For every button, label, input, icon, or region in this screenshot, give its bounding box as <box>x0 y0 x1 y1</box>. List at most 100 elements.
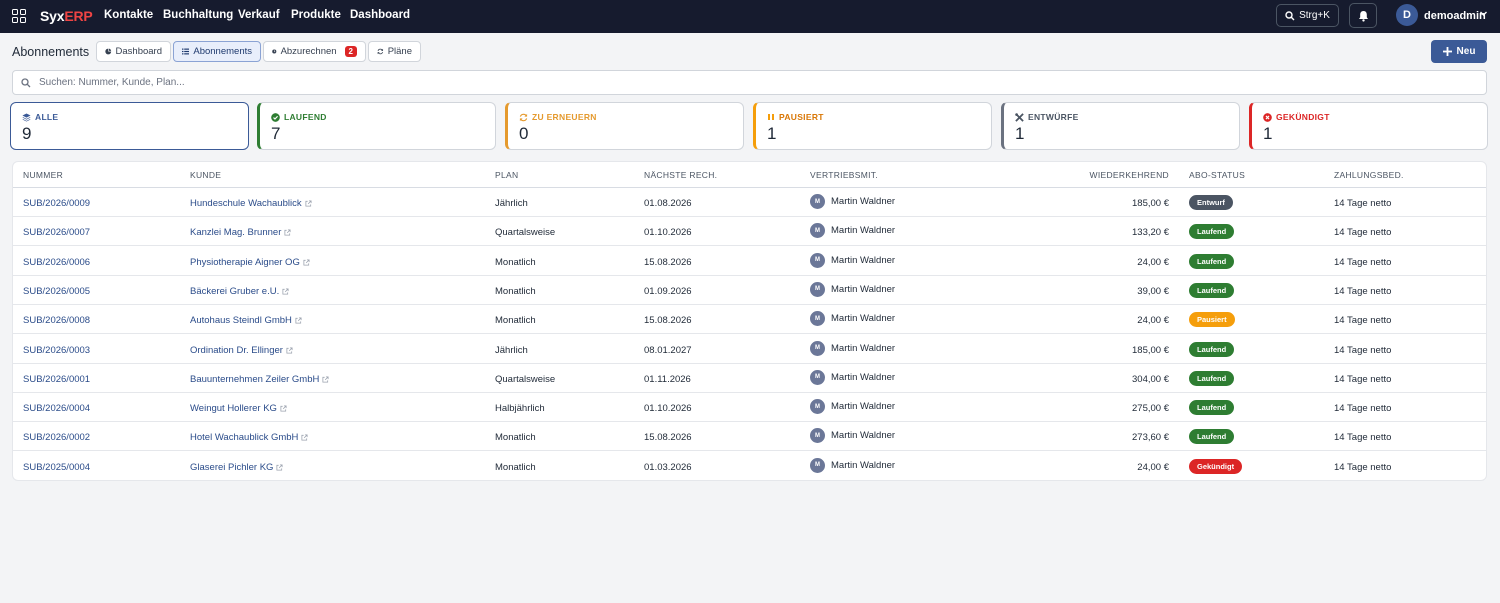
header-nummer[interactable]: NUMMER <box>23 170 63 180</box>
external-link-icon[interactable] <box>322 376 329 383</box>
customer-name[interactable]: Physiotherapie Aigner OG <box>190 257 300 268</box>
table-row[interactable]: SUB/2026/0004 Weingut Hollerer KG Halbjähr… <box>13 393 1486 423</box>
customer-link[interactable]: Autohaus Steindl GmbH <box>190 315 302 326</box>
sales-rep-name: Martin Waldner <box>831 342 896 354</box>
status-badge: Laufend <box>1189 282 1235 298</box>
table-row[interactable]: SUB/2026/0008 Autohaus Steindl GmbH Monatl… <box>13 305 1486 335</box>
subscription-number-link[interactable]: SUB/2026/0004 <box>23 403 90 414</box>
kpi-card-pausiert[interactable]: PAUSIERT 1 <box>753 102 992 150</box>
payment-terms: 14 Tage netto <box>1334 198 1392 209</box>
customer-link[interactable]: Hotel Wachaublick GmbH <box>190 432 308 443</box>
nav-produkte[interactable]: Produkte <box>291 9 341 21</box>
payment-terms: 14 Tage netto <box>1334 256 1392 268</box>
subscription-number-link[interactable]: SUB/2026/0008 <box>23 315 90 326</box>
subscription-number-link[interactable]: SUB/2026/0009 <box>23 198 90 209</box>
status-badge: Laufend <box>1189 341 1235 357</box>
customer-link[interactable]: Hundeschule Wachaublick <box>190 198 312 209</box>
payment-terms: 14 Tage netto <box>1334 315 1392 327</box>
header-kunde[interactable]: KUNDE <box>190 170 221 180</box>
apps-grid-icon[interactable] <box>12 9 26 23</box>
tools-icon <box>1015 112 1024 122</box>
new-subscription-button[interactable]: Neu <box>1431 40 1487 63</box>
customer-link[interactable]: Bauunternehmen Zeiler GmbH <box>190 374 329 385</box>
customer-name[interactable]: Glaserei Pichler KG <box>190 462 273 473</box>
table-row[interactable]: SUB/2026/0005 Bäckerei Gruber e.U. Monatli… <box>13 276 1486 305</box>
customer-name[interactable]: Bauunternehmen Zeiler GmbH <box>190 374 319 385</box>
tab-plaene[interactable]: Pläne <box>368 41 421 62</box>
customer-name[interactable]: Hundeschule Wachaublick <box>190 198 302 209</box>
subscription-number-link[interactable]: SUB/2026/0007 <box>23 227 90 238</box>
tab-abzurechnen[interactable]: Abzurechnen 2 <box>263 41 366 62</box>
sales-rep-name: Martin Waldner <box>831 283 896 295</box>
next-invoice-date: 08.01.2027 <box>644 344 692 356</box>
customer-link[interactable]: Ordination Dr. Ellinger <box>190 345 293 356</box>
kpi-card-gekuendigt[interactable]: GEKÜNDIGT 1 <box>1249 102 1488 150</box>
header-wiederkehrend[interactable]: WIEDERKEHREND <box>1090 170 1169 180</box>
header-vertriebsmitarbeiter[interactable]: VERTRIEBSMIT. <box>810 170 878 180</box>
subscription-number-link[interactable]: SUB/2025/0004 <box>23 462 90 473</box>
nav-buchhaltung[interactable]: Buchhaltung <box>163 9 233 21</box>
kpi-card-laufend[interactable]: LAUFEND 7 <box>257 102 496 150</box>
table-row[interactable]: SUB/2026/0002 Hotel Wachaublick GmbH Monat… <box>13 422 1486 452</box>
customer-name[interactable]: Weingut Hollerer KG <box>190 403 277 414</box>
external-link-icon[interactable] <box>301 434 308 441</box>
subscription-number-link[interactable]: SUB/2026/0003 <box>23 345 90 356</box>
customer-name[interactable]: Bäckerei Gruber e.U. <box>190 286 279 297</box>
customer-name[interactable]: Ordination Dr. Ellinger <box>190 345 283 356</box>
refresh-icon <box>377 48 384 55</box>
customer-link[interactable]: Weingut Hollerer KG <box>190 403 287 414</box>
header-plan[interactable]: PLAN <box>495 170 518 180</box>
subscription-number-link[interactable]: SUB/2026/0001 <box>23 374 90 385</box>
subscription-number-link[interactable]: SUB/2026/0002 <box>23 432 90 443</box>
external-link-icon[interactable] <box>284 229 291 236</box>
kpi-card-entwuerfe[interactable]: ENTWÜRFE 1 <box>1001 102 1240 150</box>
subscription-number-link[interactable]: SUB/2026/0006 <box>23 257 90 268</box>
nav-kontakte[interactable]: Kontakte <box>104 9 153 21</box>
kpi-value-zu-erneuern: 0 <box>519 124 529 143</box>
global-search-button[interactable]: Strg+K <box>1276 4 1339 27</box>
user-avatar[interactable]: D <box>1396 4 1418 26</box>
external-link-icon[interactable] <box>286 346 293 354</box>
avatar: M <box>810 340 825 356</box>
status-badge: Gekündigt <box>1189 458 1243 474</box>
header-zahlungsbedingungen[interactable]: ZAHLUNGSBED. <box>1334 170 1404 180</box>
brand-logo[interactable]: SyxERP <box>40 8 93 24</box>
external-link-icon[interactable] <box>280 405 287 412</box>
plan-cell: Monatlich <box>495 315 536 327</box>
customer-link[interactable]: Bäckerei Gruber e.U. <box>190 286 289 297</box>
tab-dashboard[interactable]: Dashboard <box>96 41 171 62</box>
customer-link[interactable]: Physiotherapie Aigner OG <box>190 257 310 268</box>
customer-link[interactable]: Glaserei Pichler KG <box>190 462 283 473</box>
table-row[interactable]: SUB/2026/0009 Hundeschule Wachaublick Jähr… <box>13 188 1486 217</box>
customer-name[interactable]: Kanzlei Mag. Brunner <box>190 227 281 238</box>
table-row[interactable]: SUB/2026/0003 Ordination Dr. Ellinger Jähr… <box>13 335 1486 364</box>
nav-verkauf[interactable]: Verkauf <box>238 9 280 21</box>
external-link-icon[interactable] <box>303 259 310 266</box>
external-link-icon[interactable] <box>295 317 302 324</box>
header-naechste-rechnung[interactable]: NÄCHSTE RECH. <box>644 170 717 180</box>
table-row[interactable]: SUB/2026/0006 Physiotherapie Aigner OG Mon… <box>13 247 1486 276</box>
search-input[interactable] <box>39 77 1439 88</box>
notifications-button[interactable] <box>1349 3 1377 28</box>
table-row[interactable]: SUB/2025/0004 Glaserei Pichler KG Monatlic… <box>13 452 1486 480</box>
status-badge: Laufend <box>1189 429 1235 445</box>
nav-dashboard[interactable]: Dashboard <box>350 9 410 21</box>
external-link-icon[interactable] <box>276 464 283 471</box>
username-label[interactable]: demoadmin <box>1424 10 1486 22</box>
customer-link[interactable]: Kanzlei Mag. Brunner <box>190 227 291 238</box>
recurring-amount: 24,00 € <box>1137 461 1169 473</box>
customer-name[interactable]: Autohaus Steindl GmbH <box>190 315 292 326</box>
kpi-card-zu-erneuern[interactable]: ZU ERNEUERN 0 <box>505 102 744 150</box>
kpi-card-alle[interactable]: ALLE 9 <box>10 102 249 150</box>
tab-abonnements[interactable]: Abonnements <box>173 41 261 62</box>
external-link-icon[interactable] <box>305 200 312 207</box>
avatar: M <box>810 428 825 444</box>
table-row[interactable]: SUB/2026/0001 Bauunternehmen Zeiler GmbH Q… <box>13 364 1486 393</box>
table-row[interactable]: SUB/2026/0007 Kanzlei Mag. Brunner Quartal… <box>13 217 1486 247</box>
external-link-icon[interactable] <box>282 288 289 295</box>
customer-name[interactable]: Hotel Wachaublick GmbH <box>190 432 298 443</box>
chevron-down-icon[interactable] <box>1479 9 1488 18</box>
header-abo-status[interactable]: ABO-STATUS <box>1189 170 1245 180</box>
status-badge: Entwurf <box>1189 195 1233 210</box>
subscription-number-link[interactable]: SUB/2026/0005 <box>23 286 90 297</box>
